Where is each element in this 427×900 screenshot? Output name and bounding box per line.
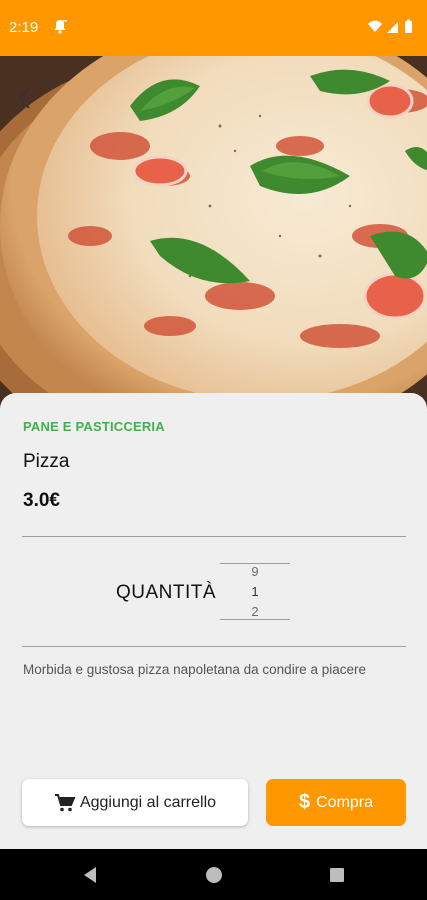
picker-next-value[interactable]: 2: [220, 605, 290, 619]
add-to-cart-button[interactable]: Aggiungi al carrello: [22, 779, 248, 826]
picker-bottom-line: [220, 619, 290, 620]
nav-home-button[interactable]: [204, 865, 224, 885]
status-time: 2:19: [9, 19, 39, 36]
recents-square-icon: [330, 868, 344, 882]
dollar-icon: $: [298, 791, 311, 813]
add-to-cart-label: Aggiungi al carrello: [79, 793, 217, 811]
product-description: Morbida e gustosa pizza napoletana da co…: [23, 662, 366, 677]
nav-recents-button[interactable]: [327, 865, 347, 885]
picker-current-value[interactable]: 1: [220, 585, 290, 599]
home-circle-icon: [206, 867, 222, 883]
chevron-left-icon: [18, 87, 30, 109]
status-bar: 2:19 !: [0, 0, 427, 56]
navigation-bar: [0, 849, 427, 900]
svg-text:!: !: [389, 27, 391, 34]
back-triangle-icon: [84, 867, 96, 883]
product-details-sheet: PANE E PASTICCERIA Pizza 3.0€ QUANTITÀ 9…: [0, 393, 427, 849]
quantity-picker[interactable]: 9 1 2: [220, 563, 290, 621]
product-price: 3.0€: [23, 490, 60, 511]
cart-icon: [54, 793, 76, 811]
picker-prev-value[interactable]: 9: [220, 565, 290, 579]
product-image: [0, 56, 427, 416]
status-indicators-icon: !: [368, 19, 412, 34]
divider: [22, 646, 406, 647]
product-category: PANE E PASTICCERIA: [23, 419, 165, 434]
notification-icon: [54, 20, 67, 34]
back-button[interactable]: [10, 84, 38, 112]
buy-button[interactable]: $ Compra: [266, 779, 406, 826]
quantity-label: QUANTITÀ: [116, 582, 217, 603]
buy-label: Compra: [316, 793, 374, 811]
product-name: Pizza: [23, 451, 70, 472]
divider: [22, 536, 406, 537]
nav-back-button[interactable]: [80, 865, 100, 885]
